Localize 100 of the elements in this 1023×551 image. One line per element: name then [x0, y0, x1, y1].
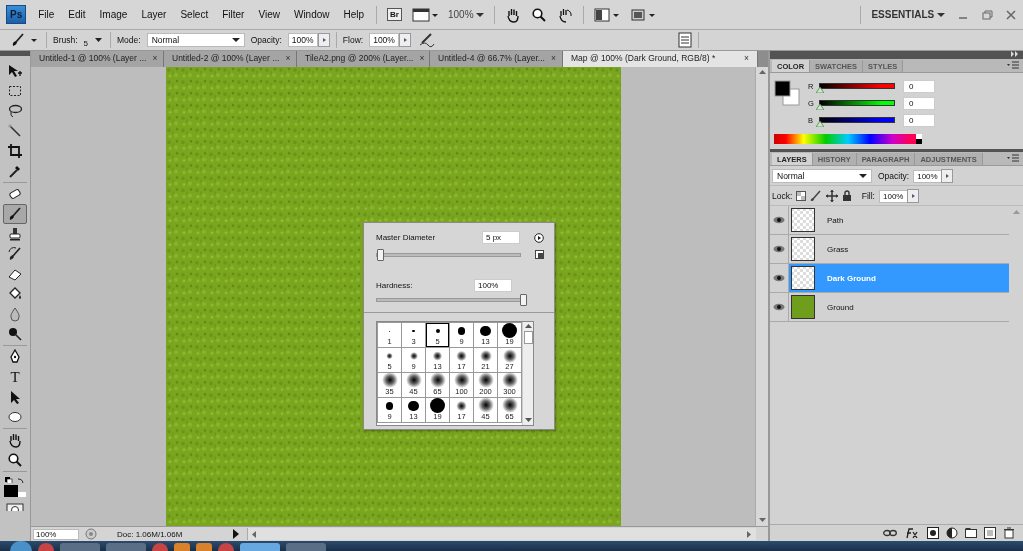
status-menu-icon[interactable] [231, 528, 241, 540]
lock-all-icon[interactable] [842, 190, 853, 202]
slider-thumb[interactable] [816, 104, 824, 110]
lasso-tool-icon[interactable] [7, 103, 23, 120]
scroll-down-icon[interactable] [524, 418, 532, 423]
scrollbar[interactable] [247, 528, 756, 540]
color-swatches-icon[interactable] [774, 80, 800, 106]
close-icon[interactable] [1005, 8, 1017, 21]
lock-transparency-icon[interactable] [796, 191, 807, 201]
document-tab[interactable]: Untitled-2 @ 100% (Layer ... × [164, 51, 297, 67]
menu-item[interactable]: Layer [139, 9, 169, 20]
eye-icon[interactable] [773, 215, 785, 225]
zoom-tool-icon[interactable] [7, 452, 23, 469]
opacity-field[interactable]: 100% [913, 169, 944, 183]
document-tab[interactable]: Untitled-1 @ 100% (Layer ... × [31, 51, 164, 67]
eye-icon[interactable] [773, 273, 785, 283]
scrollbar[interactable] [755, 67, 768, 526]
scrollbar[interactable] [522, 322, 533, 425]
color-spectrum[interactable] [774, 134, 922, 144]
bridge-button[interactable]: Br [387, 8, 402, 21]
opacity-field[interactable]: 100% [287, 33, 318, 47]
adjustment-icon[interactable] [946, 527, 958, 539]
layer-row[interactable]: Ground [770, 293, 1009, 322]
default-colors-icon[interactable] [4, 476, 26, 483]
eye-icon[interactable] [773, 244, 785, 254]
document-tab[interactable]: Map @ 100% (Dark Ground, RGB/8) * × [563, 51, 758, 67]
start-button[interactable] [10, 541, 32, 551]
brush-tool-icon[interactable] [7, 206, 23, 223]
new-layer-icon[interactable] [984, 527, 996, 539]
menu-item[interactable]: Filter [220, 9, 247, 20]
history-tool-icon[interactable] [7, 246, 23, 263]
lock-pixels-icon[interactable] [810, 190, 823, 202]
blend-mode-dropdown[interactable]: Normal [772, 169, 872, 183]
slider-thumb[interactable] [816, 121, 824, 127]
close-tab-icon[interactable]: × [550, 53, 556, 67]
quick-mask-icon[interactable] [6, 503, 24, 511]
menu-item[interactable]: File [36, 9, 57, 20]
slider-toggle-icon[interactable] [399, 33, 412, 47]
dodge-tool-icon[interactable] [7, 326, 23, 343]
workspace-switcher[interactable]: ESSENTIALS [871, 9, 945, 20]
close-tab-icon[interactable]: × [152, 53, 158, 67]
eye-icon[interactable] [773, 302, 785, 312]
caret-icon[interactable] [231, 37, 240, 43]
scroll-up-icon[interactable] [524, 324, 532, 329]
flow-field[interactable]: 100% [369, 33, 400, 47]
layer-style-icon[interactable] [904, 527, 920, 539]
zoom-icon[interactable] [531, 6, 548, 23]
scroll-thumb[interactable] [523, 331, 533, 344]
rotate-view-icon[interactable] [557, 6, 574, 23]
mask-icon[interactable] [927, 527, 939, 539]
link-icon[interactable] [883, 528, 897, 538]
slider-toggle-icon[interactable] [941, 169, 954, 183]
menu-item[interactable]: Help [341, 9, 367, 20]
document-tab[interactable]: Untitled-4 @ 66.7% (Layer... × [430, 51, 563, 67]
scroll-up-icon[interactable] [758, 70, 766, 75]
layer-row[interactable]: Grass [770, 235, 1009, 264]
brush-size-picker[interactable]: 5 [83, 32, 89, 48]
slider-thumb[interactable] [376, 248, 384, 261]
caret-icon[interactable] [937, 12, 945, 18]
brush-preset-icon[interactable] [10, 32, 40, 48]
mode-dropdown[interactable]: Normal [146, 33, 245, 47]
caret-icon[interactable] [859, 173, 867, 179]
folder-icon[interactable] [965, 527, 977, 539]
channel-value-field[interactable]: 0 [903, 96, 935, 110]
move-tool-icon[interactable] [7, 63, 23, 80]
screen-mode-icon[interactable] [630, 7, 657, 22]
zoom-dropdown[interactable]: 100% [448, 9, 485, 20]
hardness-field[interactable]: 100% [474, 279, 512, 292]
trash-icon[interactable] [1003, 527, 1015, 539]
hand-tool-icon[interactable] [7, 432, 23, 449]
panel-menu-icon[interactable] [534, 232, 544, 243]
stamp-tool-icon[interactable] [7, 226, 23, 243]
menu-item[interactable]: View [256, 9, 282, 20]
restore-icon[interactable] [981, 8, 993, 21]
eyedropper-tool-icon[interactable] [7, 163, 23, 180]
slider-toggle-icon[interactable] [317, 33, 330, 47]
layer-row[interactable]: Path [770, 206, 1009, 235]
panel-toggle-icon[interactable] [678, 32, 692, 48]
screen-layout-icon[interactable] [412, 7, 438, 22]
caret-icon[interactable] [476, 12, 485, 18]
toolbox-header[interactable] [0, 51, 30, 57]
channel-value-field[interactable]: 0 [903, 113, 935, 127]
scroll-left-icon[interactable] [252, 530, 257, 538]
type-tool[interactable]: T [10, 369, 20, 386]
lock-position-icon[interactable] [826, 190, 839, 202]
channel-value-field[interactable]: 0 [903, 79, 935, 93]
document-tab[interactable]: TileA2.png @ 200% (Layer... × [297, 51, 430, 67]
close-tab-icon[interactable]: × [285, 53, 291, 67]
menu-item[interactable]: Select [178, 9, 211, 20]
menu-item[interactable]: Edit [66, 9, 88, 20]
zoom-field[interactable]: 100% [33, 528, 79, 540]
new-preset-icon[interactable] [535, 250, 544, 259]
slider-toggle-icon[interactable] [907, 189, 919, 203]
close-tab-icon[interactable]: × [744, 53, 749, 67]
airbrush-icon[interactable] [417, 32, 436, 48]
fill-field[interactable]: 100% [879, 189, 909, 203]
arrange-documents-icon[interactable] [594, 7, 621, 22]
diameter-field[interactable]: 5 px [482, 231, 520, 244]
menu-item[interactable]: Window [291, 9, 332, 20]
slider-thumb[interactable] [816, 87, 824, 93]
